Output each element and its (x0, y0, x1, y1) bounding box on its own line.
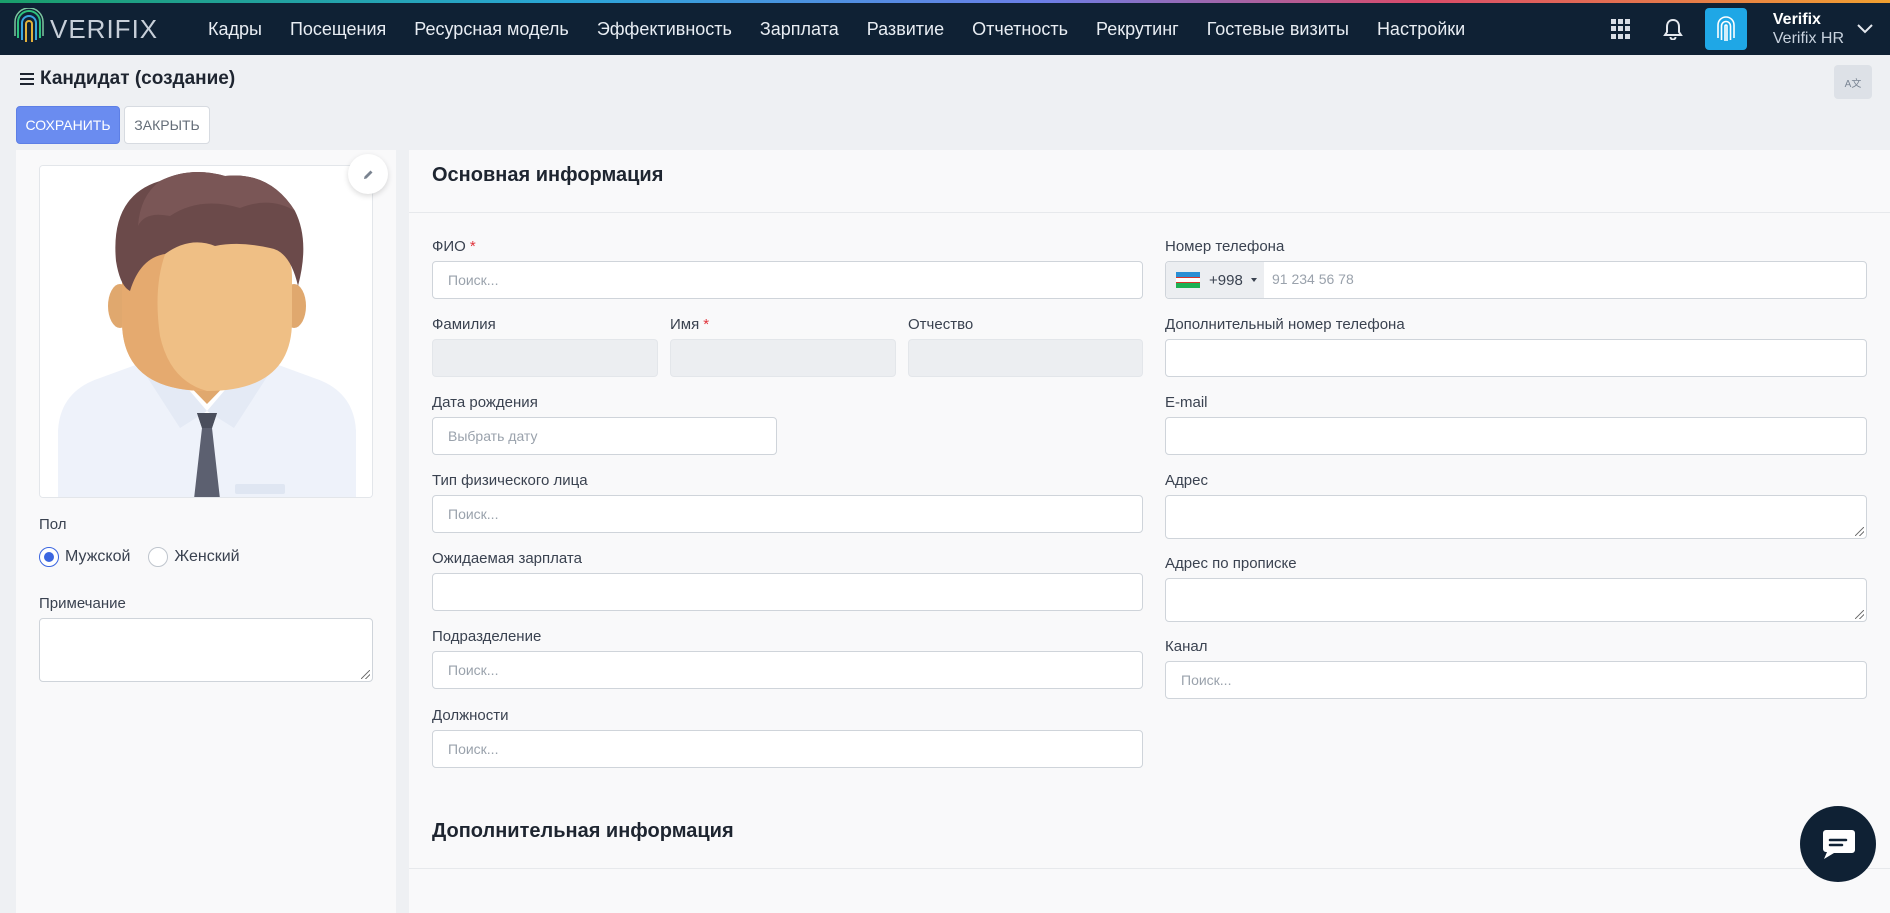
address-label: Адрес (1165, 472, 1208, 489)
birth-date-input[interactable]: Выбрать дату (432, 417, 777, 455)
nav-item-settings[interactable]: Настройки (1363, 19, 1479, 40)
fio-input[interactable]: Поиск... (432, 261, 1143, 299)
resize-handle-icon[interactable] (361, 670, 370, 679)
close-button[interactable]: ЗАКРЫТЬ (124, 106, 210, 144)
caret-down-icon (1250, 278, 1257, 282)
user-info[interactable]: Verifix Verifix HR (1773, 10, 1844, 48)
translate-icon: A文 (1844, 78, 1862, 90)
user-org: Verifix HR (1772, 30, 1844, 47)
chat-bubble-icon (1823, 830, 1855, 859)
gender-male-radio[interactable] (39, 547, 59, 567)
hamburger-menu-icon[interactable] (20, 73, 34, 85)
resize-handle-icon[interactable] (1855, 610, 1864, 619)
note-label: Примечание (39, 595, 126, 612)
user-name: Verifix (1772, 11, 1821, 28)
nav-item-guest-visits[interactable]: Гостевые визиты (1193, 19, 1363, 40)
email-input[interactable] (1165, 417, 1867, 455)
resize-handle-icon[interactable] (1855, 527, 1864, 536)
salary-label: Ожидаемая зарплата (432, 550, 582, 567)
logo[interactable]: VERIFIX (14, 8, 184, 50)
salary-input[interactable] (432, 573, 1143, 611)
nav-item-resource-model[interactable]: Ресурсная модель (400, 19, 583, 40)
middle-name-input[interactable] (908, 339, 1143, 377)
gender-label: Пол (39, 516, 67, 533)
reg-address-label: Адрес по прописке (1165, 555, 1297, 572)
page-header: Кандидат (создание) (20, 68, 235, 90)
nav-item-reports[interactable]: Отчетность (958, 19, 1082, 40)
channel-label: Канал (1165, 638, 1208, 655)
save-button[interactable]: СОХРАНИТЬ (16, 106, 120, 144)
gender-radio-group: Мужской Женский (39, 547, 258, 567)
fingerprint-logo-icon (14, 8, 44, 42)
logo-text: VERIFIX (50, 13, 159, 44)
main-panel: Основная информация ФИО * Поиск... Фамили… (409, 150, 1890, 913)
phone-placeholder: 91 234 56 78 (1272, 271, 1354, 287)
top-right-controls: Verifix Verifix HR (1610, 3, 1890, 55)
nav-item-salary[interactable]: Зарплата (746, 19, 853, 40)
left-panel: Пол Мужской Женский Примечание (16, 150, 396, 913)
first-name-input[interactable] (670, 339, 896, 377)
pencil-icon (363, 170, 372, 179)
candidate-photo[interactable] (39, 165, 373, 498)
nav-item-attendance[interactable]: Посещения (276, 19, 400, 40)
reg-address-textarea[interactable] (1165, 578, 1867, 622)
middle-name-label: Отчество (908, 316, 974, 333)
positions-label: Должности (432, 707, 509, 724)
top-navbar: VERIFIX Кадры Посещения Ресурсная модель… (0, 3, 1890, 55)
note-textarea[interactable] (39, 618, 373, 682)
nav-item-development[interactable]: Развитие (853, 19, 958, 40)
address-textarea[interactable] (1165, 495, 1867, 539)
company-avatar[interactable] (1704, 8, 1747, 50)
first-name-label: Имя * (670, 316, 710, 333)
section-basic-title: Основная информация (432, 164, 664, 186)
email-label: E-mail (1165, 394, 1208, 411)
bell-icon[interactable] (1663, 18, 1683, 40)
phone-label: Номер телефона (1165, 238, 1285, 255)
last-name-input[interactable] (432, 339, 658, 377)
gender-female-label[interactable]: Женский (174, 548, 239, 566)
phone-input[interactable]: +998 91 234 56 78 (1165, 261, 1867, 299)
translate-button[interactable]: A文 (1834, 65, 1872, 99)
phone-code: +998 (1209, 271, 1243, 289)
division-label: Подразделение (432, 628, 542, 645)
fingerprint-icon (1717, 16, 1735, 41)
extra-phone-label: Дополнительный номер телефона (1165, 316, 1405, 333)
gender-female-radio[interactable] (148, 547, 169, 567)
section-extra-title: Дополнительная информация (432, 820, 734, 842)
nav-item-recruiting[interactable]: Рекрутинг (1082, 19, 1193, 40)
nav-item-efficiency[interactable]: Эффективность (583, 19, 746, 40)
birth-date-label: Дата рождения (432, 394, 538, 411)
gender-male-label[interactable]: Мужской (65, 548, 130, 566)
section-divider (409, 868, 1890, 869)
default-avatar-icon (40, 166, 372, 497)
phone-country-select[interactable]: +998 (1166, 262, 1264, 298)
person-type-label: Тип физического лица (432, 472, 588, 489)
fio-label: ФИО * (432, 238, 476, 255)
last-name-label: Фамилия (432, 316, 496, 333)
chevron-down-icon[interactable] (1856, 23, 1874, 35)
section-divider (409, 212, 1890, 213)
support-chat-button[interactable] (1800, 806, 1876, 882)
page-title: Кандидат (создание) (40, 68, 236, 89)
main-nav: Кадры Посещения Ресурсная модель Эффекти… (194, 19, 1479, 40)
person-type-input[interactable]: Поиск... (432, 495, 1143, 533)
extra-phone-input[interactable] (1165, 339, 1867, 377)
apps-grid-icon[interactable] (1610, 19, 1631, 39)
edit-photo-button[interactable] (348, 154, 388, 194)
nav-item-kadry[interactable]: Кадры (194, 19, 276, 40)
channel-input[interactable]: Поиск... (1165, 661, 1867, 699)
positions-input[interactable]: Поиск... (432, 730, 1143, 768)
division-input[interactable]: Поиск... (432, 651, 1143, 689)
uzbekistan-flag-icon (1176, 272, 1200, 289)
